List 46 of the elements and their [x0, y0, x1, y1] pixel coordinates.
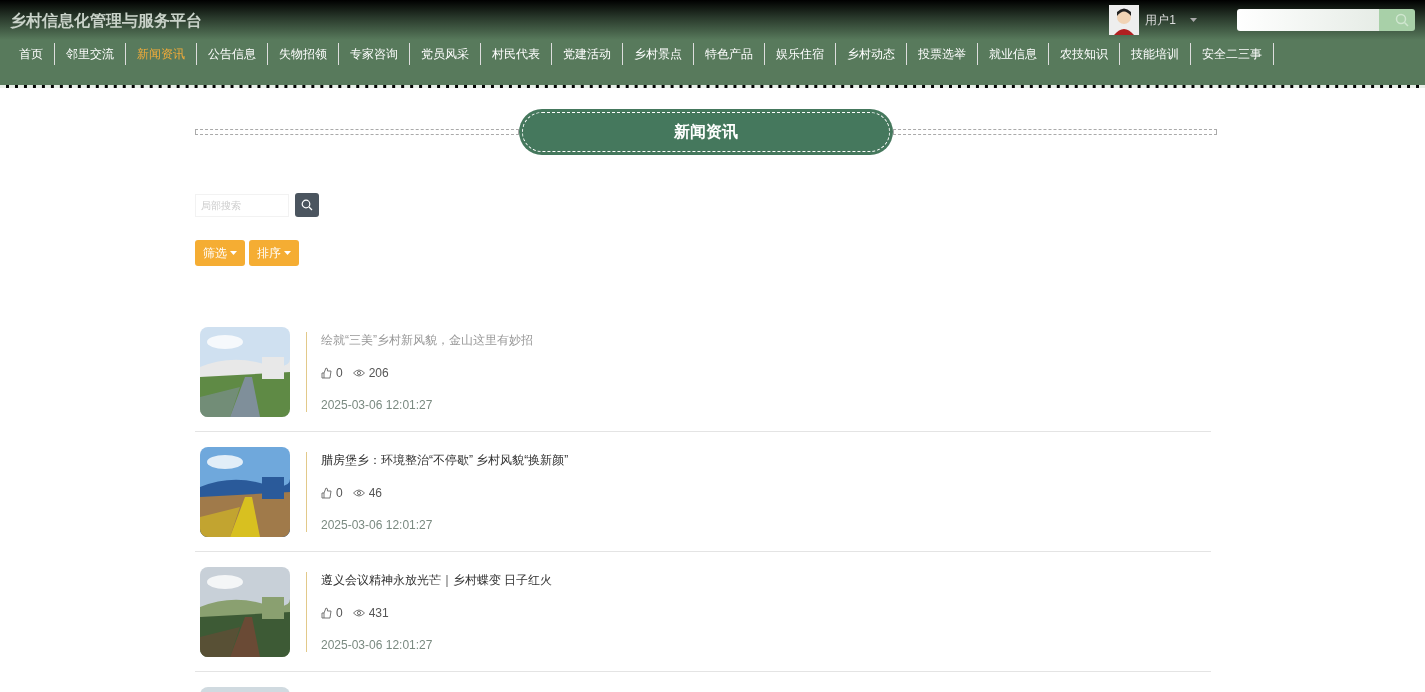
- nav-tab[interactable]: 农技知识: [1049, 43, 1120, 65]
- nav-tab[interactable]: 党员风采: [410, 43, 481, 65]
- nav-tab[interactable]: 专家咨询: [339, 43, 410, 65]
- nav-tab[interactable]: 特色产品: [694, 43, 765, 65]
- news-title[interactable]: 绘就“三美”乡村新风貌，金山这里有妙招: [321, 331, 533, 349]
- nav-tab[interactable]: 乡村动态: [836, 43, 907, 65]
- caret-icon: [230, 251, 237, 255]
- nav-tab[interactable]: 首页: [8, 43, 55, 65]
- view-count: 206: [368, 366, 389, 380]
- nav-tab[interactable]: 公告信息: [197, 43, 268, 65]
- site-title: 乡村信息化管理与服务平台: [10, 10, 202, 31]
- view-count: 46: [368, 486, 383, 500]
- publish-time: 2025-03-06 12:01:27: [321, 397, 434, 412]
- like-count: 0: [336, 366, 343, 380]
- search-icon: [301, 199, 313, 211]
- thumbs-up-icon[interactable]: [321, 367, 332, 379]
- nav-tab[interactable]: 就业信息: [978, 43, 1049, 65]
- publish-time: 2025-03-06 12:01:27: [321, 517, 434, 532]
- thumbs-up-icon[interactable]: [321, 487, 332, 499]
- nav-tab[interactable]: 投票选举: [907, 43, 978, 65]
- avatar-icon: [1109, 5, 1140, 35]
- nav-tab[interactable]: 邻里交流: [55, 43, 126, 65]
- nav-tab[interactable]: 新闻资讯: [126, 43, 197, 65]
- nav-tab[interactable]: 安全二三事: [1191, 43, 1274, 65]
- nav-tab[interactable]: 失物招领: [268, 43, 339, 65]
- caret-icon[interactable]: [1190, 18, 1197, 22]
- eye-icon: [352, 369, 365, 377]
- publish-time: 2025-03-06 12:01:27: [321, 637, 434, 652]
- view-count: 431: [368, 606, 389, 620]
- caret-icon: [284, 251, 291, 255]
- user-name[interactable]: 用户1: [1145, 11, 1176, 29]
- nav-tab[interactable]: 技能培训: [1120, 43, 1191, 65]
- thumbs-up-icon[interactable]: [321, 607, 332, 619]
- news-title[interactable]: 遵义会议精神永放光芒｜乡村蝶变 日子红火: [321, 571, 553, 589]
- search-button[interactable]: [295, 193, 319, 217]
- nav-tab[interactable]: 娱乐住宿: [765, 43, 836, 65]
- nav-tab[interactable]: 村民代表: [481, 43, 552, 65]
- news-title[interactable]: 腊房堡乡：环境整治“不停歇” 乡村风貌“换新颜”: [321, 451, 569, 469]
- page-title: 新闻资讯: [519, 109, 893, 155]
- nav-tab[interactable]: 党建活动: [552, 43, 623, 65]
- like-count: 0: [336, 606, 343, 620]
- eye-icon: [352, 489, 365, 497]
- search-field[interactable]: [1237, 9, 1415, 31]
- like-count: 0: [336, 486, 343, 500]
- nav-tab[interactable]: 乡村景点: [623, 43, 694, 65]
- eye-icon: [352, 609, 365, 617]
